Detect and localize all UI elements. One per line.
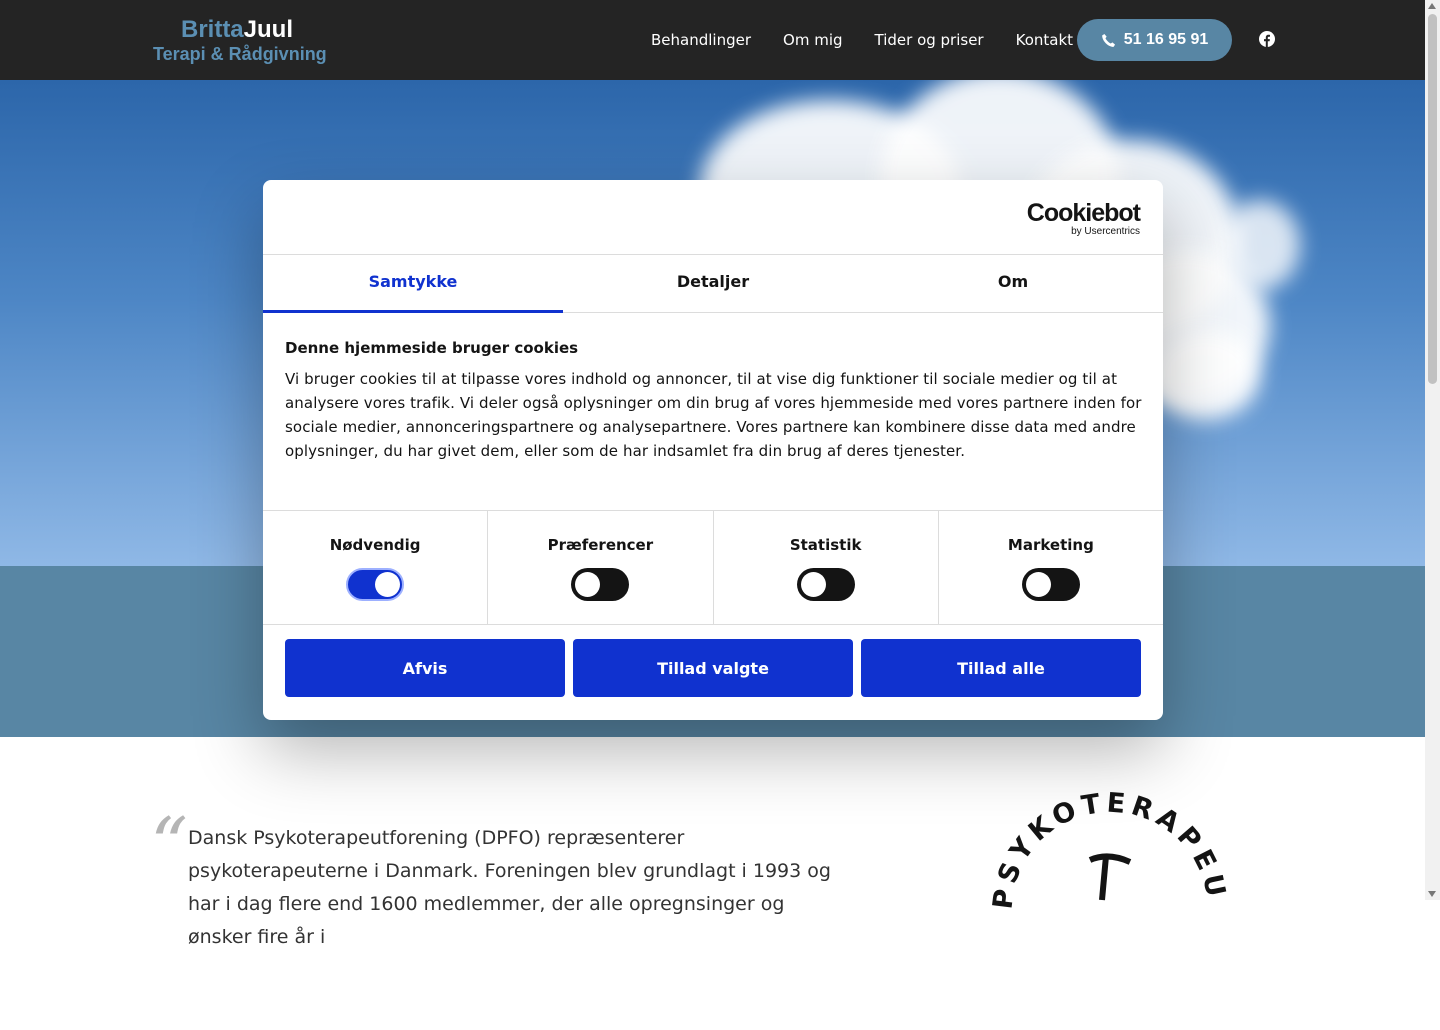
dialog-header: Cookiebot by Usercentrics xyxy=(263,180,1163,255)
scroll-up-arrow-icon[interactable] xyxy=(1428,3,1436,9)
tab-om[interactable]: Om xyxy=(863,255,1163,312)
category-label: Præferencer xyxy=(547,536,654,554)
allow-all-button[interactable]: Tillad alle xyxy=(861,639,1141,697)
toggle-knob xyxy=(800,572,826,597)
dialog-body: Denne hjemmeside bruger cookies Vi bruge… xyxy=(285,338,1145,463)
marketing-toggle[interactable] xyxy=(1021,568,1080,601)
nav-tider-og-priser[interactable]: Tider og priser xyxy=(875,29,984,51)
site-header: BrittaJuul Terapi & Rådgivning Behandlin… xyxy=(0,0,1425,80)
category-necessary: Nødvendig xyxy=(263,511,489,624)
necessary-toggle[interactable] xyxy=(346,568,405,601)
dialog-description: Vi bruger cookies til at tilpasse vores … xyxy=(285,370,1142,460)
svg-text:PSYKOTERAPEUTF: PSYKOTERAPEUTF xyxy=(990,790,1230,911)
allow-selected-button[interactable]: Tillad valgte xyxy=(573,639,853,697)
phone-number: 51 16 95 91 xyxy=(1123,31,1209,48)
category-statistics: Statistik xyxy=(714,511,939,624)
category-marketing: Marketing xyxy=(939,511,1163,624)
cookiebot-brand: Cookiebot xyxy=(1026,199,1141,227)
toggle-knob xyxy=(575,572,601,597)
quote-mark: “ xyxy=(150,802,188,888)
category-label: Statistik xyxy=(789,536,862,554)
nav-behandlinger[interactable]: Behandlinger xyxy=(651,29,751,51)
logo-name: BrittaJuul xyxy=(153,16,321,44)
facebook-icon[interactable] xyxy=(1259,31,1275,47)
cookiebot-logo[interactable]: Cookiebot by Usercentrics xyxy=(1026,199,1141,238)
dpfo-badge: PSYKOTERAPEUTF xyxy=(990,790,1230,911)
cookie-consent-dialog: Cookiebot by Usercentrics Samtykke Detal… xyxy=(263,180,1163,720)
category-preferences: Præferencer xyxy=(488,511,714,624)
page-scrollbar[interactable] xyxy=(1425,0,1440,900)
logo-first-name: Britta xyxy=(180,16,244,43)
reject-button[interactable]: Afvis xyxy=(285,639,565,697)
statistics-toggle[interactable] xyxy=(796,568,855,601)
consent-categories: Nødvendig Præferencer Statistik Marketin… xyxy=(263,510,1163,625)
site-logo[interactable]: BrittaJuul Terapi & Rådgivning xyxy=(153,16,353,64)
badge-text: PSYKOTERAPEUTF xyxy=(990,790,1227,911)
logo-tagline: Terapi & Rådgivning xyxy=(153,44,327,64)
tab-detaljer[interactable]: Detaljer xyxy=(563,255,863,312)
nav-om-mig[interactable]: Om mig xyxy=(783,29,843,51)
logo-last-name: Juul xyxy=(243,16,293,43)
phone-icon xyxy=(1101,33,1115,47)
category-label: Nødvendig xyxy=(329,536,421,554)
dialog-tabs: Samtykke Detaljer Om xyxy=(263,255,1163,313)
toggle-knob xyxy=(1025,572,1051,597)
toggle-knob xyxy=(375,572,401,597)
quote-text: Dansk Psykoterapeutforening (DPFO) repræ… xyxy=(188,827,831,948)
preferences-toggle[interactable] xyxy=(571,568,630,601)
nav-kontakt[interactable]: Kontakt xyxy=(1016,29,1073,51)
main-nav: Behandlinger Om mig Tider og priser Kont… xyxy=(651,29,1073,51)
dialog-title: Denne hjemmeside bruger cookies xyxy=(285,339,579,357)
phone-button[interactable]: 51 16 95 91 xyxy=(1077,19,1232,61)
dialog-buttons: Afvis Tillad valgte Tillad alle xyxy=(285,639,1141,697)
scroll-down-arrow-icon[interactable] xyxy=(1428,891,1436,897)
scroll-thumb[interactable] xyxy=(1428,14,1437,384)
category-label: Marketing xyxy=(1007,536,1094,554)
cookiebot-by: by Usercentrics xyxy=(1071,226,1140,237)
tab-samtykke[interactable]: Samtykke xyxy=(263,255,563,313)
